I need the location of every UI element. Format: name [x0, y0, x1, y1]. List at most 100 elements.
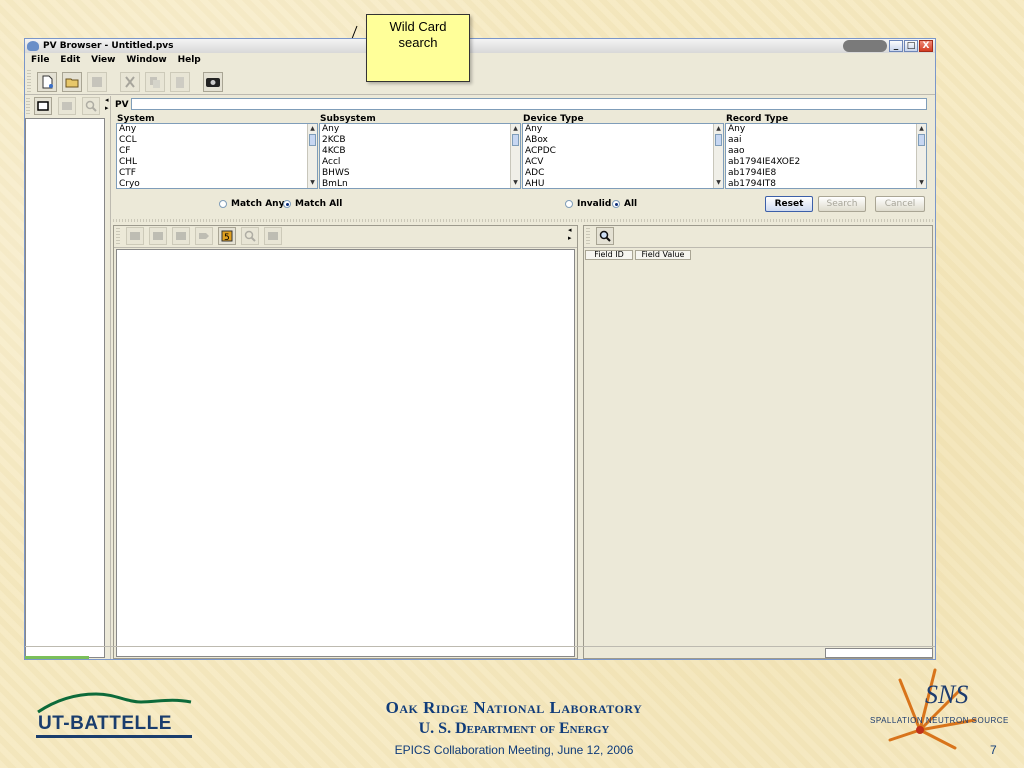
save-icon[interactable] [87, 72, 107, 92]
status-progress-bar [25, 656, 89, 659]
sns-logo: SNS [925, 680, 969, 709]
list-item[interactable]: ADC [523, 168, 723, 179]
list-item[interactable]: Any [523, 124, 723, 135]
maximize-button[interactable]: □ [904, 40, 918, 52]
splitter-horizontal[interactable] [113, 219, 933, 222]
callout-line2: search [398, 35, 438, 50]
subsystem-scrollbar[interactable]: ▲ ▼ [510, 124, 520, 188]
column-header-field-value[interactable]: Field Value [635, 250, 691, 260]
all-radio[interactable] [612, 200, 620, 208]
menu-edit[interactable]: Edit [56, 53, 84, 67]
results-toolbar-grip[interactable] [116, 228, 120, 245]
record-type-list[interactable]: Any aai aao ab1794IE4XOE2 ab1794IE8 ab17… [725, 123, 927, 189]
search-icon[interactable] [241, 227, 259, 245]
list-item[interactable]: AHU [523, 179, 723, 188]
field-table[interactable]: Field ID Field Value [585, 249, 931, 658]
match-all-radio[interactable] [283, 200, 291, 208]
details-toolbar-grip[interactable] [586, 228, 590, 245]
list-item[interactable]: ABox [523, 135, 723, 146]
pv-file-list[interactable] [25, 118, 105, 658]
close-button[interactable]: X [919, 40, 933, 52]
subsystem-list[interactable]: Any 2KCB 4KCB Accl BHWS BmLn ▲ ▼ [319, 123, 521, 189]
left-panel: ◂ ▸ [25, 96, 111, 659]
cancel-button[interactable]: Cancel [875, 196, 925, 212]
list-item[interactable]: aai [726, 135, 926, 146]
title-bar[interactable]: PV Browser - Untitled.pvs _ □ X [25, 39, 935, 53]
window-icon[interactable] [34, 97, 52, 115]
pv-search-input[interactable] [131, 98, 927, 110]
list-item[interactable]: Any [117, 124, 317, 135]
list-item[interactable]: ab1794IE4XOE2 [726, 157, 926, 168]
list-item[interactable]: CF [117, 146, 317, 157]
all-label: All [624, 199, 638, 209]
menu-file[interactable]: File [27, 53, 53, 67]
table-icon[interactable] [149, 227, 167, 245]
list-item[interactable]: 4KCB [320, 146, 520, 157]
pv-browser-window: PV Browser - Untitled.pvs _ □ X File Edi… [24, 38, 936, 660]
list-item[interactable]: Cryo [117, 179, 317, 188]
paste-icon[interactable] [170, 72, 190, 92]
table-icon[interactable] [126, 227, 144, 245]
menu-window[interactable]: Window [122, 53, 170, 67]
list-item[interactable]: ab1794IE8 [726, 168, 926, 179]
list-item[interactable]: BHWS [320, 168, 520, 179]
match-any-radio[interactable] [219, 200, 227, 208]
match-all-option[interactable]: Match All [283, 199, 342, 209]
ut-battelle-logo-icon [37, 692, 192, 714]
details-pane: Field ID Field Value [583, 225, 933, 659]
left-toolbar-grip[interactable] [26, 98, 30, 114]
toolbar-grip[interactable] [27, 70, 31, 92]
list-item[interactable]: Accl [320, 157, 520, 168]
new-file-icon[interactable] [37, 72, 57, 92]
list-item[interactable]: CHL [117, 157, 317, 168]
list-item[interactable]: ACPDC [523, 146, 723, 157]
status-field [825, 648, 933, 658]
callout-line1: Wild Card [389, 19, 447, 34]
list-item[interactable]: Any [320, 124, 520, 135]
ut-battelle-logo: UT-BATTELLE [38, 713, 172, 734]
device-type-scrollbar[interactable]: ▲ ▼ [713, 124, 723, 188]
search-icon[interactable] [82, 97, 100, 115]
record-type-scrollbar[interactable]: ▲ ▼ [916, 124, 926, 188]
list-item[interactable]: ACV [523, 157, 723, 168]
list-item[interactable]: aao [726, 146, 926, 157]
invalid-label: Invalid [577, 199, 612, 209]
invalid-option[interactable]: Invalid [565, 199, 611, 209]
invalid-radio[interactable] [565, 200, 573, 208]
splitter-arrows[interactable]: ◂ ▸ [105, 96, 109, 112]
system-list[interactable]: Any CCL CF CHL CTF Cryo ▲ ▼ [116, 123, 318, 189]
list-item[interactable]: ab1794IT8 [726, 179, 926, 188]
export-icon[interactable]: 5 [218, 227, 236, 245]
pv-label: PV [115, 100, 129, 110]
list-item[interactable]: BmLn [320, 179, 520, 188]
list-item[interactable]: 2KCB [320, 135, 520, 146]
tag-icon[interactable] [195, 227, 213, 245]
sns-logo-subtitle: SPALLATION NEUTRON SOURCE [870, 716, 1009, 725]
search-button[interactable]: Search [818, 196, 866, 212]
cut-icon[interactable] [120, 72, 140, 92]
match-any-option[interactable]: Match Any [219, 199, 284, 209]
list-item[interactable]: CCL [117, 135, 317, 146]
meeting-caption: EPICS Collaboration Meeting, June 12, 20… [394, 743, 634, 757]
org-line2: U. S. Department of Energy [418, 720, 610, 737]
splitter-arrows[interactable]: ◂ ▸ [568, 226, 572, 242]
search-icon[interactable] [596, 227, 614, 245]
table-icon[interactable] [172, 227, 190, 245]
camera-icon[interactable] [203, 72, 223, 92]
list-item[interactable]: Any [726, 124, 926, 135]
list-item[interactable]: CTF [117, 168, 317, 179]
menu-help[interactable]: Help [174, 53, 205, 67]
copy-icon[interactable] [145, 72, 165, 92]
device-type-list[interactable]: Any ABox ACPDC ACV ADC AHU ▲ ▼ [522, 123, 724, 189]
system-scrollbar[interactable]: ▲ ▼ [307, 124, 317, 188]
menu-view[interactable]: View [87, 53, 119, 67]
open-folder-icon[interactable] [62, 72, 82, 92]
column-header-field-id[interactable]: Field ID [585, 250, 633, 260]
reset-button[interactable]: Reset [765, 196, 813, 212]
all-option[interactable]: All [612, 199, 637, 209]
results-list[interactable] [116, 249, 575, 657]
minimize-button[interactable]: _ [889, 40, 903, 52]
list-icon[interactable] [58, 97, 76, 115]
list-icon[interactable] [264, 227, 282, 245]
window-title: PV Browser - Untitled.pvs [43, 41, 174, 51]
